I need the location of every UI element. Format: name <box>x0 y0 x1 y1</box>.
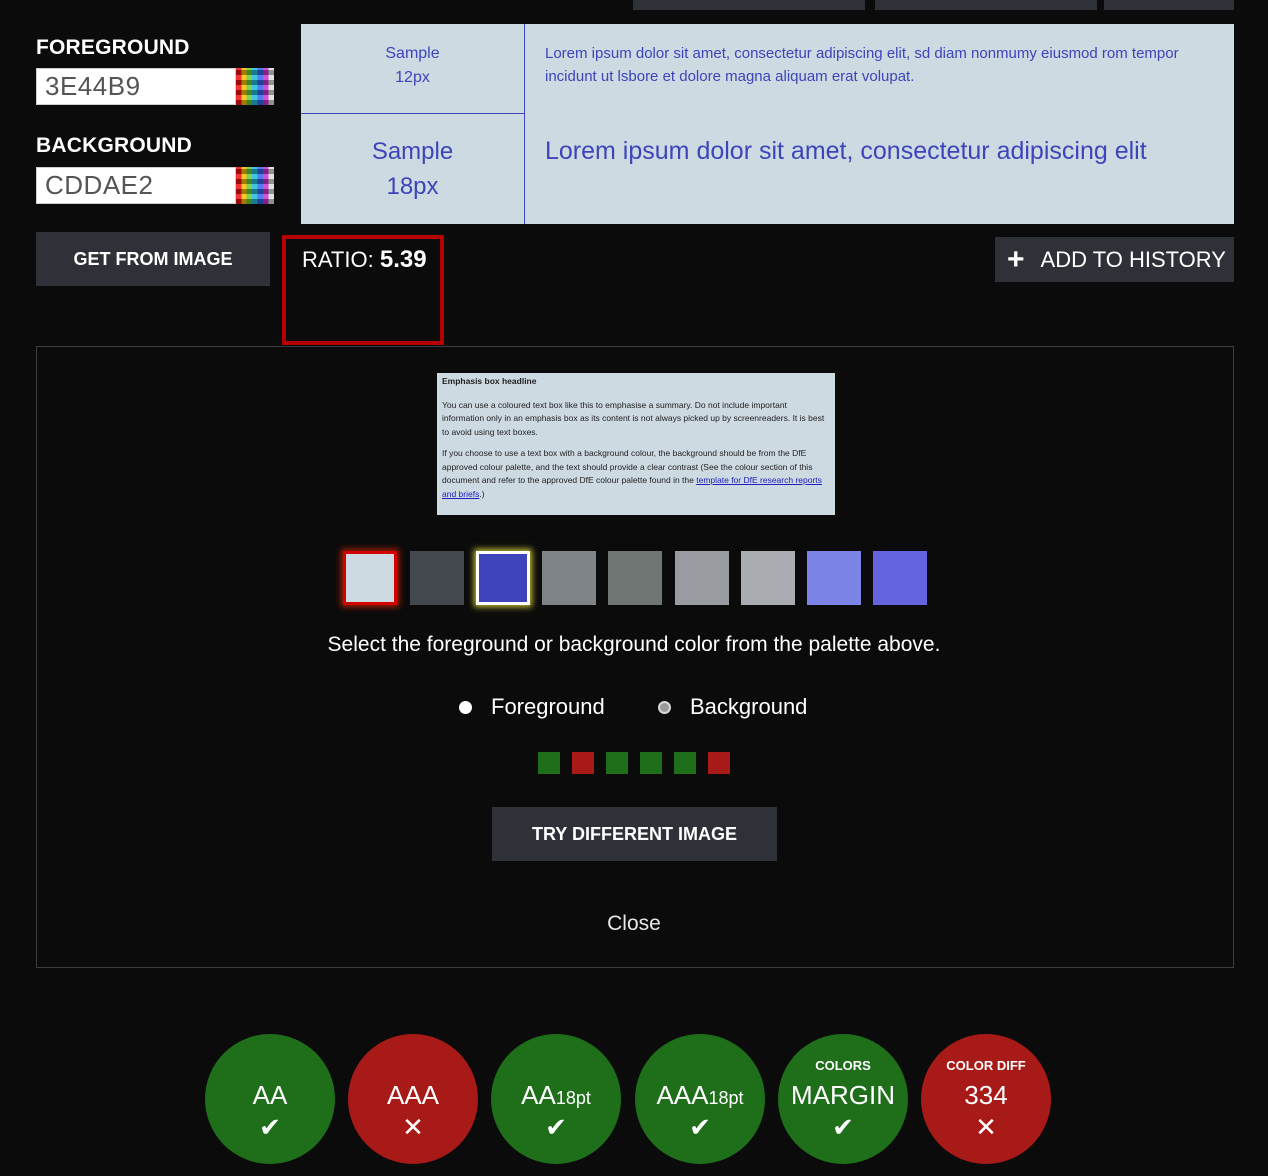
top-tab-1[interactable] <box>633 0 865 10</box>
check-icon: ✔ <box>545 1112 567 1142</box>
result-badge: AAA18pt ✔ <box>635 1034 765 1164</box>
add-to-history-button[interactable]: + ADD TO HISTORY <box>995 237 1234 282</box>
badge-title-text: AAA <box>386 1080 440 1110</box>
status-square-fail <box>708 752 730 774</box>
palette-instructions: Select the foreground or background colo… <box>327 633 941 656</box>
palette-swatch[interactable] <box>675 551 729 605</box>
background-palette-icon[interactable] <box>236 167 274 204</box>
badge-subscript: 18pt <box>708 1088 744 1108</box>
doc-paragraph-1: You can use a coloured text box like thi… <box>442 399 825 437</box>
foreground-hex-input[interactable] <box>36 68 236 105</box>
try-different-image-button[interactable]: TRY DIFFERENT IMAGE <box>492 807 777 861</box>
top-tab-3[interactable] <box>1104 0 1234 10</box>
foreground-palette-icon[interactable] <box>236 68 274 105</box>
badge-subscript: 18pt <box>555 1088 591 1108</box>
foreground-label: FOREGROUND <box>36 36 190 59</box>
status-square-fail <box>572 752 594 774</box>
background-radio[interactable]: Background <box>658 694 807 720</box>
foreground-radio-dot[interactable] <box>459 700 472 714</box>
close-link[interactable]: Close <box>0 912 1268 936</box>
doc-paragraph-2: If you choose to use a text box with a b… <box>442 447 830 501</box>
check-icon: ✔ <box>832 1112 854 1142</box>
status-square-pass <box>538 752 560 774</box>
cross-icon: ✕ <box>402 1112 424 1142</box>
badge-title: AAA18pt <box>635 1080 765 1111</box>
top-tab-2[interactable] <box>875 0 1097 10</box>
palette-swatch[interactable] <box>410 551 464 605</box>
sample-12px-text: Lorem ipsum dolor sit amet, consectetur … <box>545 45 1179 85</box>
sample-18px-text: Lorem ipsum dolor sit amet, consectetur … <box>545 137 1147 165</box>
palette-swatch[interactable] <box>873 551 927 605</box>
cross-icon: ✕ <box>975 1112 997 1142</box>
badge-title: AA18pt <box>491 1080 621 1111</box>
result-badge: COLORS MARGIN ✔ <box>778 1034 908 1164</box>
doc-paragraph-2-end: .) <box>479 488 485 499</box>
result-badge: COLOR DIFF 334 ✕ <box>921 1034 1051 1164</box>
badge-caption: COLORS <box>815 1058 871 1073</box>
preview-divider-horizontal <box>301 113 525 114</box>
badge-title: 334 <box>921 1080 1051 1111</box>
palette-swatch[interactable] <box>542 551 596 605</box>
add-to-history-label: ADD TO HISTORY <box>1040 246 1226 272</box>
background-hex-input[interactable] <box>36 167 236 204</box>
uploaded-image-preview: Emphasis box headline You can use a colo… <box>437 373 835 515</box>
ratio-label: RATIO: <box>302 247 374 272</box>
background-radio-dot[interactable] <box>658 700 671 714</box>
sample-18px-label: Sample 18px <box>371 138 454 200</box>
foreground-radio-label: Foreground <box>491 694 605 719</box>
result-badge: AA ✔ <box>205 1034 335 1164</box>
badge-title-text: 334 <box>964 1080 1008 1110</box>
ratio-value: 5.39 <box>379 246 427 273</box>
badge-title: AAA <box>348 1080 478 1111</box>
palette-swatch[interactable] <box>807 551 861 605</box>
check-icon: ✔ <box>689 1112 711 1142</box>
doc-headline: Emphasis box headline <box>442 376 537 386</box>
sample-12px-label: Sample 12px <box>385 45 440 86</box>
palette-swatch[interactable] <box>476 551 530 605</box>
badge-title: AA <box>205 1080 335 1111</box>
plus-icon: + <box>1007 242 1025 276</box>
result-badge: AA18pt ✔ <box>491 1034 621 1164</box>
badge-title-text: AA <box>252 1080 288 1110</box>
status-square-pass <box>640 752 662 774</box>
result-badge: AAA ✕ <box>348 1034 478 1164</box>
get-from-image-button[interactable]: GET FROM IMAGE <box>36 232 270 286</box>
status-square-pass <box>674 752 696 774</box>
background-radio-label: Background <box>690 694 808 719</box>
extracted-color-palette <box>0 551 1268 605</box>
badge-title: MARGIN <box>778 1080 908 1111</box>
badge-caption: COLOR DIFF <box>946 1058 1026 1073</box>
badge-title-text: MARGIN <box>791 1080 895 1110</box>
palette-swatch[interactable] <box>343 551 397 605</box>
status-square-pass <box>606 752 628 774</box>
preview-divider-vertical <box>524 24 525 224</box>
palette-swatch[interactable] <box>741 551 795 605</box>
badge-title-text: AAA <box>656 1080 709 1110</box>
contrast-preview: Sample 12px Sample 18px Lorem ipsum dolo… <box>301 24 1234 224</box>
background-label: BACKGROUND <box>36 134 192 157</box>
badge-title-text: AA <box>521 1080 556 1110</box>
foreground-radio[interactable]: Foreground <box>459 694 605 720</box>
check-icon: ✔ <box>259 1112 281 1142</box>
palette-swatch[interactable] <box>608 551 662 605</box>
contrast-ratio: RATIO: 5.39 <box>302 246 427 274</box>
